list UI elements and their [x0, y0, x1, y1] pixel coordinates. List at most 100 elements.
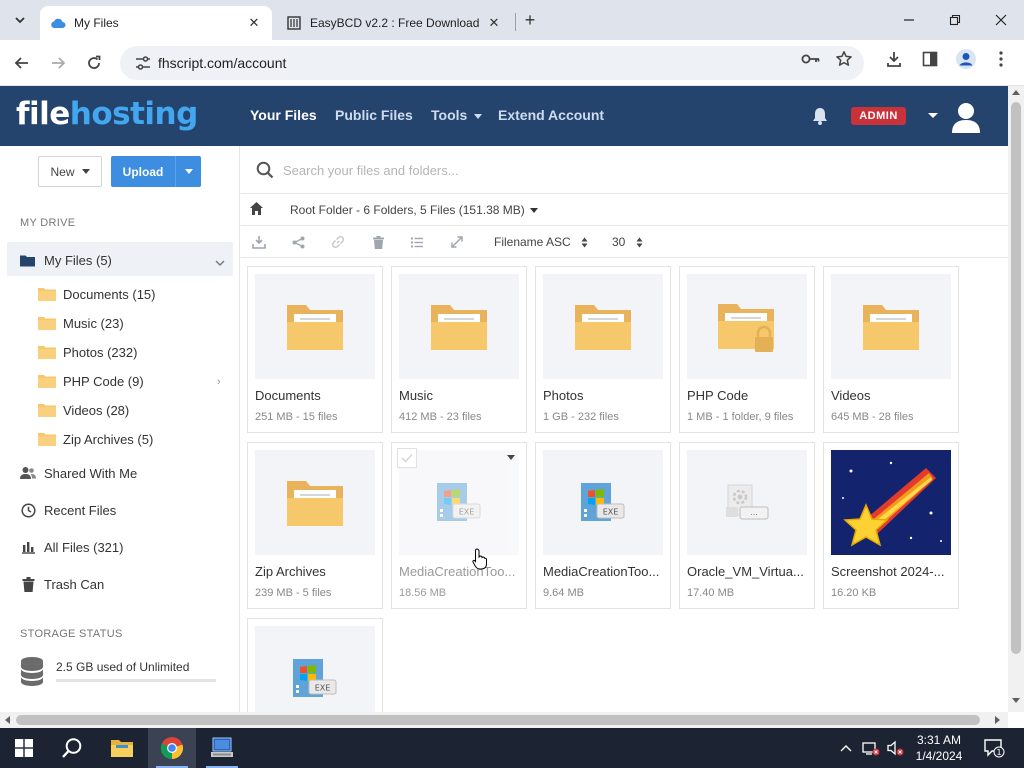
sidebar-item-my-files[interactable]: My Files (5)	[20, 250, 112, 270]
download-icon[interactable]	[251, 234, 267, 250]
address-bar[interactable]: fhscript.com/account	[120, 46, 864, 80]
sidebar-folder-php-code[interactable]: PHP Code (9)	[38, 371, 144, 391]
vertical-scrollbar[interactable]	[1008, 86, 1024, 712]
search-bar[interactable]: Search your files and folders...	[241, 146, 1008, 194]
link-icon[interactable]	[330, 234, 346, 250]
side-panel-icon[interactable]	[919, 48, 941, 70]
taskbar-search-button[interactable]	[48, 728, 96, 768]
card-name: Zip Archives	[255, 564, 326, 579]
sort-select[interactable]: Filename ASC	[494, 235, 588, 249]
horizontal-scrollbar[interactable]	[0, 712, 1008, 728]
sidebar-item-shared[interactable]: Shared With Me	[20, 463, 137, 483]
close-window-button[interactable]	[978, 0, 1024, 40]
taskbar-file-explorer[interactable]	[98, 728, 146, 768]
share-icon[interactable]	[290, 234, 306, 250]
exe-file-icon: EXE	[293, 658, 337, 697]
bell-icon[interactable]	[810, 106, 830, 126]
upload-button-label: Upload	[122, 164, 164, 179]
account-menu-caret-icon[interactable]	[928, 113, 938, 118]
card-menu-caret-icon[interactable]	[507, 455, 515, 460]
upload-button[interactable]: Upload	[111, 156, 201, 187]
search-input[interactable]: Search your files and folders...	[283, 163, 459, 178]
tab-my-files[interactable]: My Files ✕	[40, 6, 272, 40]
scroll-up-arrow-icon[interactable]	[1012, 90, 1020, 95]
scroll-left-arrow-icon[interactable]	[5, 716, 10, 724]
select-checkbox[interactable]	[397, 448, 417, 468]
folder-card-music[interactable]: Music 412 MB - 23 files	[391, 266, 527, 433]
sidebar-item-all-files[interactable]: All Files (321)	[20, 537, 123, 557]
nav-your-files[interactable]: Your Files	[250, 107, 317, 123]
svg-text:EXE: EXE	[315, 683, 331, 692]
scrollbar-thumb[interactable]	[16, 715, 980, 725]
minimize-button[interactable]	[886, 0, 932, 40]
reload-button[interactable]	[80, 49, 108, 77]
sidebar-item-trash[interactable]: Trash Can	[20, 574, 104, 594]
taskbar-app[interactable]	[198, 728, 246, 768]
per-page-select[interactable]: 30	[612, 235, 643, 249]
caret-down-icon[interactable]	[530, 208, 538, 213]
sidebar-folder-documents[interactable]: Documents (15)	[38, 284, 155, 304]
file-card-mediacreationtool-2[interactable]: EXE MediaCreationToo... 9.64 MB	[535, 442, 671, 609]
volume-icon[interactable]	[884, 728, 906, 768]
file-card-oracle-vm[interactable]: ... Oracle_VM_Virtua... 17.40 MB	[679, 442, 815, 609]
taskbar-clock[interactable]: 3:31 AM 1/4/2024	[906, 732, 972, 764]
start-button[interactable]	[0, 728, 48, 768]
sidebar-item-recent[interactable]: Recent Files	[20, 500, 116, 520]
trash-icon[interactable]	[370, 234, 386, 250]
file-card-mediacreationtool-1[interactable]: EXE MediaCreationToo... 18.56 MB	[391, 442, 527, 609]
notification-center-button[interactable]: 1	[978, 728, 1010, 768]
site-logo[interactable]: filehosting	[16, 96, 198, 132]
download-icon[interactable]	[883, 48, 905, 70]
folder-card-photos[interactable]: Photos 1 GB - 232 files	[535, 266, 671, 433]
folder-card-documents[interactable]: Documents 251 MB - 15 files	[247, 266, 383, 433]
nav-tools[interactable]: Tools	[431, 107, 483, 123]
folder-card-videos[interactable]: Videos 645 MB - 28 files	[823, 266, 959, 433]
more-menu-icon[interactable]	[990, 48, 1012, 70]
sidebar-folder-music[interactable]: Music (23)	[38, 313, 124, 333]
sidebar-folder-zip-archives[interactable]: Zip Archives (5)	[38, 429, 153, 449]
home-icon[interactable]	[249, 201, 264, 216]
storage-progress-bar	[56, 679, 216, 682]
scrollbar-thumb[interactable]	[1011, 102, 1021, 654]
sidebar-item-label: Zip Archives (5)	[63, 431, 154, 447]
file-card-exe-3[interactable]: EXE	[247, 618, 383, 712]
chevron-down-icon[interactable]	[215, 254, 225, 269]
scroll-down-arrow-icon[interactable]	[1012, 698, 1020, 703]
nav-public-files[interactable]: Public Files	[335, 107, 413, 123]
nav-extend-account[interactable]: Extend Account	[498, 107, 604, 123]
network-icon[interactable]	[860, 728, 882, 768]
sidebar-item-label: Documents (15)	[63, 286, 156, 302]
tray-overflow-chevron-icon[interactable]	[836, 728, 856, 768]
fullscreen-icon[interactable]	[449, 234, 465, 250]
taskbar-chrome[interactable]	[148, 728, 196, 768]
sidebar-folder-photos[interactable]: Photos (232)	[38, 342, 137, 362]
sidebar-folder-videos[interactable]: Videos (28)	[38, 400, 129, 420]
site-settings-icon[interactable]	[128, 56, 158, 70]
restore-button[interactable]	[932, 0, 978, 40]
tab-search-button[interactable]	[8, 8, 32, 32]
forward-button[interactable]	[44, 49, 72, 77]
tab-easybcd[interactable]: EasyBCD v2.2 : Free Download ✕	[276, 6, 512, 40]
new-tab-button[interactable]: +	[518, 8, 542, 32]
list-view-icon[interactable]	[409, 234, 425, 250]
bookmark-star-icon[interactable]	[833, 48, 855, 70]
minimize-icon	[904, 19, 914, 21]
search-icon	[62, 738, 82, 758]
password-key-icon[interactable]	[800, 48, 822, 70]
user-avatar-icon[interactable]	[950, 100, 982, 134]
scroll-right-arrow-icon[interactable]	[995, 716, 1000, 724]
upload-options-toggle[interactable]	[175, 156, 201, 187]
new-button[interactable]: New	[38, 156, 102, 187]
file-card-screenshot[interactable]: Screenshot 2024-... 16.20 KB	[823, 442, 959, 609]
folder-card-zip-archives[interactable]: Zip Archives 239 MB - 5 files	[247, 442, 383, 609]
card-name: Screenshot 2024-...	[831, 564, 945, 579]
caret-down-icon	[474, 113, 483, 119]
search-icon	[256, 161, 274, 179]
close-icon[interactable]: ✕	[246, 15, 262, 31]
back-button[interactable]	[8, 49, 36, 77]
close-icon[interactable]: ✕	[486, 15, 502, 31]
chevron-right-icon[interactable]: ›	[217, 376, 221, 388]
breadcrumb-current-folder[interactable]: Root Folder - 6 Folders, 5 Files (151.38…	[290, 203, 525, 217]
folder-card-php-code[interactable]: PHP Code 1 MB - 1 folder, 9 files	[679, 266, 815, 433]
profile-icon[interactable]	[955, 48, 977, 70]
